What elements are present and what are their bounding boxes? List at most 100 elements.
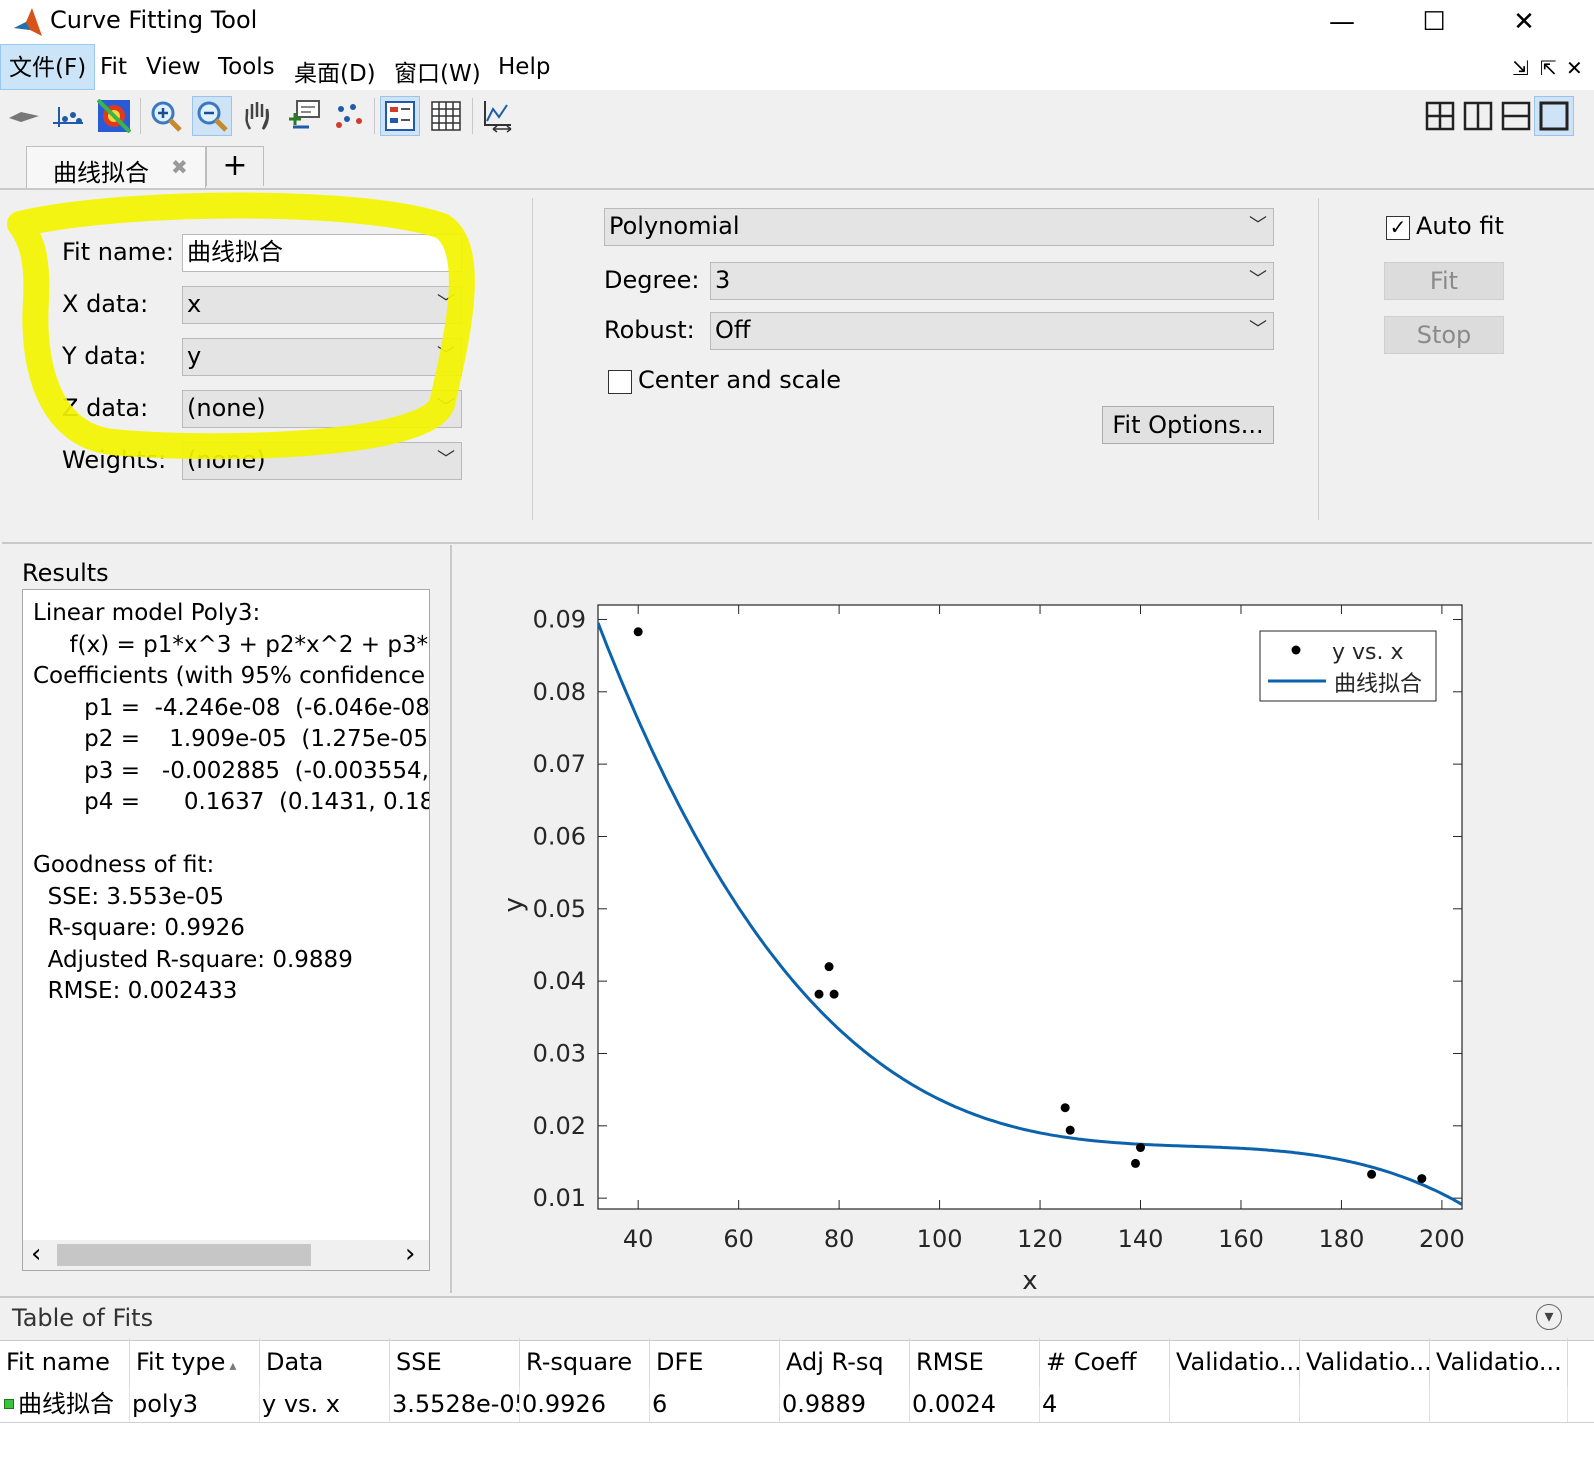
column-header[interactable]: Validatio... [1170, 1338, 1300, 1386]
data-point[interactable] [829, 989, 839, 999]
results-line: p2 = 1.909e-05 (1.275e-05, 2.543e-05) [84, 726, 430, 752]
column-header[interactable]: R-square [520, 1338, 650, 1386]
x-data-select[interactable]: x ﹀ [182, 286, 462, 324]
chevron-down-icon: ﹀ [437, 293, 455, 314]
grid-icon[interactable] [426, 96, 466, 136]
table-cell[interactable] [1170, 1386, 1300, 1422]
close-figure-icon[interactable]: ✕ [1566, 56, 1583, 80]
layout-columns-icon[interactable] [1458, 96, 1498, 136]
menu-window[interactable]: 窗口(W) [394, 54, 481, 88]
column-header[interactable]: Fit type ▴ [130, 1338, 260, 1386]
menu-help[interactable]: Help [498, 54, 550, 80]
tab-close-icon[interactable]: ✖ [171, 155, 188, 179]
table-cell[interactable]: 6 [650, 1386, 780, 1422]
data-point[interactable] [824, 962, 834, 972]
table-cell[interactable]: 4 [1040, 1386, 1170, 1422]
column-header[interactable]: Adj R-sq [780, 1338, 910, 1386]
results-text-box[interactable]: Linear model Poly3: f(x) = p1*x^3 + p2*x… [22, 589, 430, 1271]
legend-icon[interactable] [380, 96, 420, 136]
pan-icon[interactable] [238, 96, 278, 136]
menu-fit[interactable]: Fit [100, 54, 127, 80]
zoom-out-icon[interactable] [192, 96, 232, 136]
data-cursor-icon[interactable] [284, 96, 324, 136]
matlab-logo-icon [14, 8, 42, 36]
menu-view[interactable]: View [146, 54, 201, 80]
data-point[interactable] [1060, 1103, 1070, 1113]
fit-name-label: Fit name: [62, 238, 174, 266]
column-header[interactable]: Validatio... [1300, 1338, 1430, 1386]
results-horizontal-scrollbar[interactable]: ‹ › [23, 1240, 429, 1270]
new-fit-tab-button[interactable]: + [206, 146, 264, 186]
column-header[interactable]: Data [260, 1338, 390, 1386]
fit-plot[interactable]: 40 60 80 100 120 140 160 180 200 0.01 0.02 0.03 0.04… [452, 545, 1592, 1293]
exclude-outliers-icon[interactable] [330, 96, 370, 136]
table-cell[interactable]: 0.9926 [520, 1386, 650, 1422]
robust-select[interactable]: Off ﹀ [710, 312, 1274, 350]
auto-fit-checkbox[interactable]: ✓ [1386, 216, 1410, 240]
dock-icon[interactable]: ⇱ [1540, 56, 1557, 80]
stop-button[interactable]: Stop [1384, 316, 1504, 354]
data-point[interactable] [814, 989, 824, 999]
center-scale-checkbox[interactable] [608, 370, 632, 394]
scroll-left-icon[interactable]: ‹ [31, 1240, 41, 1268]
layout-single-icon[interactable] [1534, 96, 1574, 136]
table-cell[interactable]: 0.0024 [910, 1386, 1040, 1422]
chevron-down-icon: ﹀ [437, 345, 455, 366]
table-cell[interactable]: 曲线拟合 [0, 1386, 130, 1422]
x-tick-label: 200 [1419, 1225, 1465, 1253]
zoom-in-icon[interactable] [146, 96, 186, 136]
maximize-button[interactable]: ☐ [1404, 2, 1464, 42]
column-header[interactable]: DFE [650, 1338, 780, 1386]
weights-select[interactable]: (none) ﹀ [182, 442, 462, 480]
data-point[interactable] [633, 627, 643, 637]
surface-plot-icon[interactable] [94, 96, 134, 136]
fit-name-input[interactable]: 曲线拟合 [182, 234, 462, 272]
table-cell[interactable] [1300, 1386, 1430, 1422]
undock-icon[interactable]: ⇲ [1512, 56, 1529, 80]
data-point[interactable] [1130, 1158, 1140, 1168]
data-point[interactable] [1367, 1169, 1377, 1179]
column-header[interactable]: SSE [390, 1338, 520, 1386]
menu-tools[interactable]: Tools [218, 54, 275, 80]
column-header[interactable]: # Coeff [1040, 1338, 1170, 1386]
sort-ascending-icon: ▴ [229, 1358, 237, 1374]
column-header[interactable]: Fit name [0, 1338, 130, 1386]
x-tick-label: 60 [723, 1225, 754, 1253]
z-data-select[interactable]: (none) ﹀ [182, 390, 462, 428]
title-bar: Curve Fitting Tool — ☐ ✕ [0, 0, 1594, 44]
table-cell[interactable]: y vs. x [260, 1386, 390, 1422]
results-line: RMSE: 0.002433 [33, 978, 238, 1004]
table-cell[interactable]: 3.5528e-05 [390, 1386, 520, 1422]
menu-file[interactable]: 文件(F) [0, 44, 96, 90]
data-point[interactable] [1065, 1125, 1075, 1135]
x-tick-label: 40 [623, 1225, 654, 1253]
column-header[interactable]: Validatio... [1430, 1338, 1568, 1386]
window-title: Curve Fitting Tool [50, 6, 258, 34]
table-cell[interactable]: 0.9889 [780, 1386, 910, 1422]
column-header[interactable]: RMSE [910, 1338, 1040, 1386]
plot-data-icon[interactable] [48, 96, 88, 136]
data-point[interactable] [1417, 1174, 1427, 1184]
scroll-right-icon[interactable]: › [405, 1240, 415, 1268]
close-button[interactable]: ✕ [1494, 2, 1554, 42]
collapse-icon[interactable]: ▾ [1536, 1304, 1562, 1330]
degree-select[interactable]: 3 ﹀ [710, 262, 1274, 300]
fit-button[interactable]: Fit [1384, 262, 1504, 300]
data-point[interactable] [1136, 1143, 1146, 1153]
tab-curve-fit[interactable]: 曲线拟合 ✖ [26, 146, 206, 188]
scroll-thumb[interactable] [57, 1244, 311, 1266]
menu-desktop[interactable]: 桌面(D) [294, 54, 376, 88]
axes-limits-icon[interactable] [478, 96, 518, 136]
minimize-button[interactable]: — [1312, 2, 1372, 42]
weights-value: (none) [187, 446, 266, 474]
fit-type-select[interactable]: Polynomial ﹀ [604, 208, 1274, 246]
layout-rows-icon[interactable] [1496, 96, 1536, 136]
y-data-select[interactable]: y ﹀ [182, 338, 462, 376]
layout-four-icon[interactable] [1420, 96, 1460, 136]
results-line: R-square: 0.9926 [33, 915, 245, 941]
results-line: p4 = 0.1637 (0.1431, 0.1843) [33, 789, 430, 815]
table-cell[interactable]: poly3 [130, 1386, 260, 1422]
table-cell[interactable] [1430, 1386, 1568, 1422]
fit-data-icon[interactable] [4, 96, 44, 136]
fit-options-button[interactable]: Fit Options... [1102, 406, 1274, 444]
